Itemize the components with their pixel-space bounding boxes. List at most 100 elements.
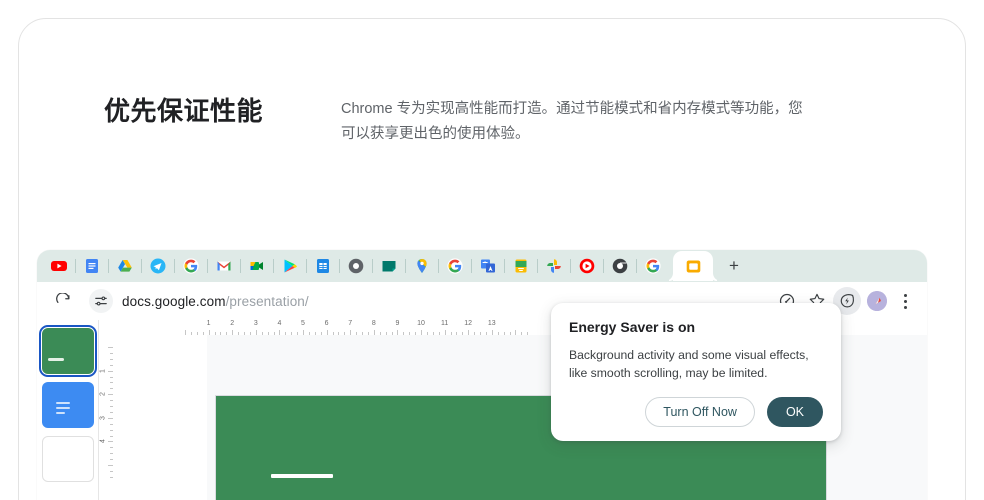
promo-card: 优先保证性能 Chrome 专为实现高性能而打造。通过节能模式和省内存模式等功能…: [18, 18, 966, 500]
ruler-number: 1: [206, 320, 211, 327]
ruler-tick: [279, 330, 281, 335]
browser-menu-button[interactable]: [893, 287, 917, 315]
ruler-tick: [214, 332, 216, 335]
ruler-tick: [338, 332, 340, 335]
tab-separator: [405, 259, 406, 273]
profile-button[interactable]: [863, 287, 891, 315]
bubble-body: Background activity and some visual effe…: [569, 348, 809, 380]
slide-thumbnail-2[interactable]: [42, 382, 94, 428]
youtube-music-favicon: [579, 258, 595, 274]
kebab-dot: [903, 299, 907, 303]
tab-google-2[interactable]: [445, 253, 465, 279]
ruler-number: 12: [464, 320, 473, 327]
ruler-tick: [110, 429, 113, 431]
tab-separator: [240, 259, 241, 273]
site-settings-button[interactable]: [89, 289, 113, 313]
thumbnail-line: [56, 407, 70, 409]
page-title: 优先保证性能: [104, 96, 264, 126]
google-slides-favicon: [685, 258, 701, 274]
tab-google[interactable]: [181, 253, 201, 279]
thumbnail-line: [56, 402, 70, 404]
tab-separator: [207, 259, 208, 273]
ruler-tick: [326, 330, 328, 335]
ruler-tick: [110, 435, 113, 437]
screenshot-root: 优先保证性能 Chrome 专为实现高性能而打造。通过节能模式和省内存模式等功能…: [0, 0, 984, 500]
ruler-tick: [273, 332, 275, 335]
google-favicon-2: [447, 258, 463, 274]
tab-separator: [339, 259, 340, 273]
ruler-tick: [438, 332, 440, 335]
ruler-tick: [362, 332, 363, 335]
tab-google-drive[interactable]: [115, 253, 135, 279]
google-drive-favicon: [117, 258, 133, 274]
slide-accent-bar: [271, 474, 333, 478]
ruler-tick: [373, 330, 375, 335]
tab-separator: [75, 259, 76, 273]
ruler-tick: [350, 330, 352, 335]
tab-telegram[interactable]: [148, 253, 168, 279]
ruler-tick: [255, 330, 257, 335]
vertical-ruler[interactable]: 1 2 3 4: [99, 335, 113, 500]
slide-thumbnail-1[interactable]: [39, 325, 97, 377]
energy-saver-icon: [840, 294, 854, 308]
tab-chrome[interactable]: [346, 253, 366, 279]
jamboard-favicon: [381, 258, 397, 274]
site-settings-icon: [95, 296, 107, 306]
ruler-tick: [367, 332, 369, 335]
tab-separator: [174, 259, 175, 273]
tab-youtube-music[interactable]: [577, 253, 597, 279]
ruler-tick: [238, 332, 240, 335]
tab-google-maps[interactable]: [412, 253, 432, 279]
ruler-tick: [527, 332, 529, 335]
ruler-tick: [110, 406, 113, 407]
google-sheets-favicon: [315, 258, 331, 274]
thumbnail-accent-bar: [48, 358, 64, 361]
ruler-number: 6: [324, 320, 329, 327]
url-host: docs.google.com: [122, 293, 226, 309]
tab-jamboard[interactable]: [379, 253, 399, 279]
tab-google-keep[interactable]: [511, 253, 531, 279]
reload-button[interactable]: [51, 289, 75, 313]
tab-google-play[interactable]: [280, 253, 300, 279]
google-favicon-3: [645, 258, 661, 274]
ruler-tick: [110, 352, 113, 354]
energy-saver-bubble: Energy Saver is on Background activity a…: [551, 303, 841, 441]
tab-separator: [372, 259, 373, 273]
url-path: /presentation/: [225, 293, 309, 309]
reload-icon: [55, 292, 69, 303]
avatar: [867, 291, 887, 311]
kebab-dot: [903, 305, 907, 309]
ok-button[interactable]: OK: [766, 397, 823, 427]
ruler-tick: [468, 330, 470, 335]
tab-google-meet[interactable]: [247, 253, 267, 279]
ruler-number: 2: [99, 392, 107, 397]
slide-thumbnail-3[interactable]: [42, 436, 94, 482]
ruler-tick: [291, 332, 293, 335]
google-slides-tab[interactable]: [673, 251, 713, 281]
ruler-tick: [108, 465, 113, 466]
tab-google-docs[interactable]: [82, 253, 102, 279]
ruler-tick: [244, 332, 245, 335]
new-tab-button[interactable]: +: [721, 253, 747, 279]
turn-off-now-button[interactable]: Turn Off Now: [645, 397, 755, 427]
ruler-tick: [297, 332, 299, 335]
tab-google-photos[interactable]: [544, 253, 564, 279]
ruler-tick: [462, 332, 464, 335]
ruler-number: 5: [301, 320, 305, 327]
tab-separator: [537, 259, 538, 273]
tab-google-sheets[interactable]: [313, 253, 333, 279]
ruler-tick: [232, 330, 234, 335]
tab-separator: [504, 259, 505, 273]
ruler-tick: [108, 417, 113, 419]
youtube-favicon: [51, 258, 67, 274]
ruler-number: 4: [277, 320, 282, 327]
ruler-tick: [110, 364, 113, 366]
ruler-tick: [110, 423, 113, 425]
tab-google-3[interactable]: [643, 253, 663, 279]
ruler-tick: [110, 382, 113, 384]
tab-separator: [141, 259, 142, 273]
tab-chrome-canary[interactable]: [610, 253, 630, 279]
tab-youtube[interactable]: [49, 253, 69, 279]
tab-gmail[interactable]: [214, 253, 234, 279]
tab-google-translate[interactable]: [478, 253, 498, 279]
